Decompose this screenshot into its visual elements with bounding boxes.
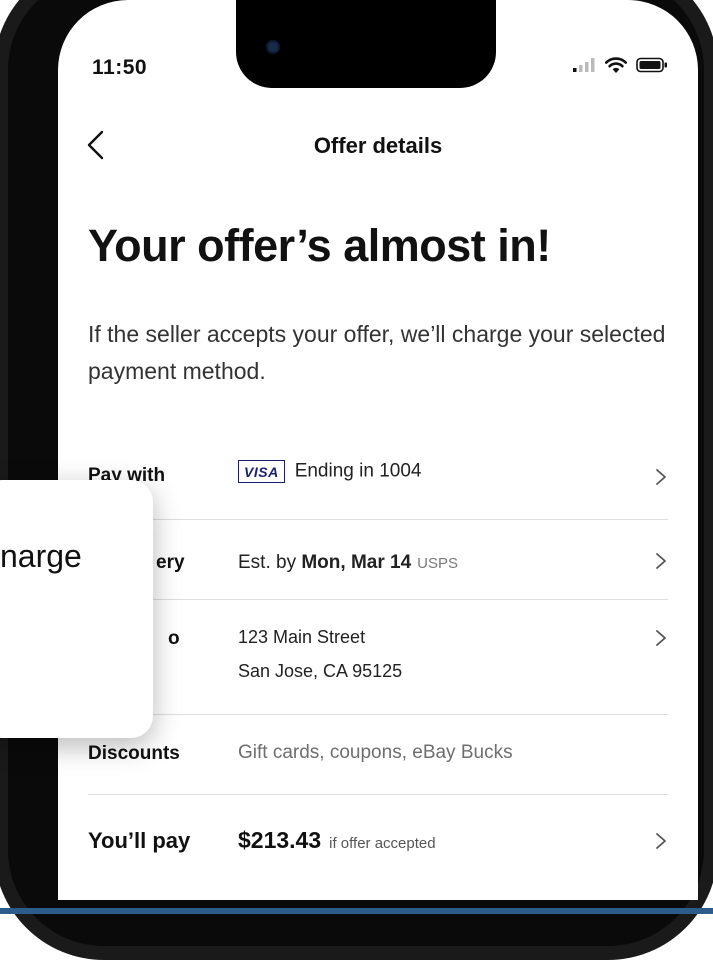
ship-to-row[interactable]: o 123 Main Street San Jose, CA 95125 (88, 600, 668, 715)
ship-to-line1: 123 Main Street (238, 627, 366, 647)
camera-icon (266, 40, 280, 54)
discounts-value: Gift cards, coupons, eBay Bucks (238, 742, 513, 763)
callout-text: narge (0, 538, 82, 574)
discounts-row[interactable]: Discounts Gift cards, coupons, eBay Buck… (88, 715, 668, 795)
notch (236, 0, 496, 88)
status-time: 11:50 (92, 56, 148, 79)
headline: Your offer’s almost in! (88, 220, 551, 271)
chevron-right-icon (656, 553, 666, 569)
delivery-carrier: USPS (417, 555, 459, 572)
delivery-date: Mon, Mar 14 (301, 552, 412, 573)
total-row[interactable]: You’ll pay $213.43 if offer accepted (88, 795, 668, 885)
subtext: If the seller accepts your offer, we’ll … (88, 321, 666, 384)
battery-icon (636, 57, 667, 73)
delivery-label: ery (156, 552, 185, 573)
chevron-right-icon (656, 833, 666, 849)
total-label: You’ll pay (88, 828, 191, 853)
total-value: $213.43 if offer accepted (238, 827, 436, 854)
discounts-label: Discounts (88, 743, 180, 764)
chevron-right-icon (656, 469, 666, 485)
phone-screen: 11:50 Offer details Your offer’s almost … (58, 0, 698, 900)
delivery-row[interactable]: ery Est. by Mon, Mar 14 USPS (88, 520, 668, 600)
wifi-icon (604, 57, 628, 73)
delivery-prefix: Est. by (238, 552, 302, 573)
payment-method-value: VISA Ending in 1004 (238, 460, 421, 483)
ship-to-line2: San Jose, CA 95125 (238, 661, 403, 681)
card-ending: Ending in 1004 (294, 460, 422, 482)
bottom-edge (0, 908, 713, 914)
page-title: Offer details (313, 133, 443, 158)
signal-icon (573, 58, 595, 72)
visa-logo-icon: VISA (238, 460, 285, 483)
total-amount: $213.43 (238, 827, 322, 853)
callout-card: narge (0, 480, 153, 738)
pay-with-row[interactable]: Pay with VISA Ending in 1004 (88, 425, 668, 520)
status-icons (572, 56, 668, 74)
ship-to-label: o (168, 628, 180, 649)
chevron-right-icon (656, 630, 666, 646)
total-note: if offer accepted (329, 835, 436, 852)
delivery-value: Est. by Mon, Mar 14 USPS (238, 552, 458, 574)
